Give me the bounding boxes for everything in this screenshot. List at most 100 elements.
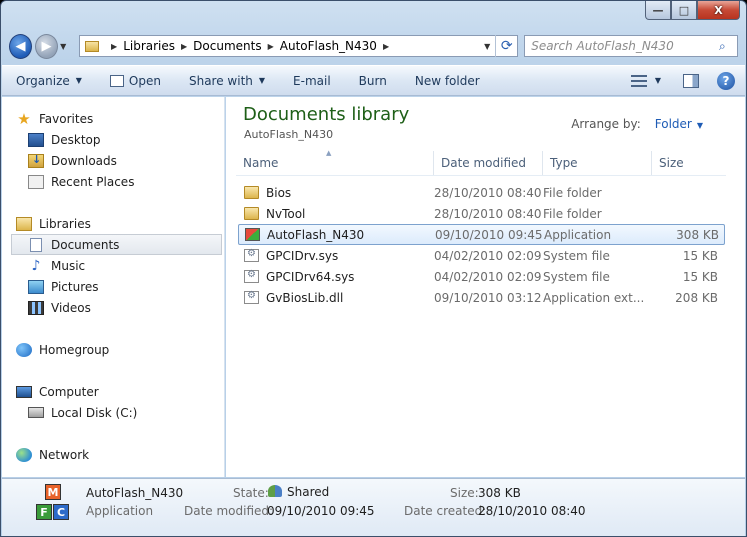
organize-button[interactable]: Organize ▼ <box>2 66 96 95</box>
file-date: 04/02/2010 02:09 <box>434 248 542 263</box>
recent-pages-dropdown[interactable]: ▼ <box>60 42 71 51</box>
film-strip-icon <box>28 300 44 315</box>
folder-icon <box>244 186 259 199</box>
file-list-pane: Documents library AutoFlash_N430 Arrange… <box>226 97 745 477</box>
sidebar-item-homegroup[interactable]: Homegroup <box>2 339 224 360</box>
chevron-right-icon[interactable]: ▶ <box>181 42 187 51</box>
file-name: AutoFlash_N430 <box>267 227 365 242</box>
column-header-label: Size <box>659 156 684 170</box>
sidebar-item-videos[interactable]: Videos <box>2 297 224 318</box>
sidebar-item-label: Recent Places <box>51 174 135 189</box>
chevron-right-icon[interactable]: ▶ <box>268 42 274 51</box>
file-row[interactable]: GPCIDrv64.sys 04/02/2010 02:09 System fi… <box>238 266 725 287</box>
column-header-type[interactable]: Type <box>543 151 652 175</box>
sidebar-item-label: Pictures <box>51 279 99 294</box>
sidebar-item-computer[interactable]: Computer <box>2 381 224 402</box>
preview-pane-icon[interactable] <box>683 73 699 88</box>
state-value-text: Shared <box>287 485 330 499</box>
file-row[interactable]: Bios 28/10/2010 08:40 File folder <box>238 182 725 203</box>
column-header-size[interactable]: Size <box>652 151 726 175</box>
date-modified-label: Date modified: <box>184 504 274 518</box>
sidebar-item-libraries[interactable]: Libraries <box>2 213 224 234</box>
folder-icon <box>85 40 100 52</box>
sidebar-item-desktop[interactable]: Desktop <box>2 129 224 150</box>
close-button[interactable]: X <box>697 1 740 20</box>
new-folder-button[interactable]: New folder <box>401 66 494 95</box>
block-f: F <box>36 504 52 520</box>
sidebar-item-label: Libraries <box>39 216 91 231</box>
breadcrumb-libraries[interactable]: Libraries <box>123 39 175 53</box>
sidebar-item-label: Desktop <box>51 132 101 147</box>
email-button[interactable]: E-mail <box>279 66 345 95</box>
sidebar-item-network[interactable]: Network <box>2 444 224 465</box>
folder-icon <box>244 207 259 220</box>
sidebar-item-local-disk[interactable]: Local Disk (C:) <box>2 402 224 423</box>
burn-button[interactable]: Burn <box>345 66 401 95</box>
library-subtitle: AutoFlash_N430 <box>244 128 334 141</box>
file-date: 28/10/2010 08:40 <box>434 185 542 200</box>
maximize-icon: □ <box>678 3 690 17</box>
library-title: Documents library <box>243 104 410 125</box>
file-type: File folder <box>543 185 602 200</box>
explorer-window: — □ X ◀ ▶ ▼ ▶ Libraries ▶ Documents ▶ Au… <box>0 0 747 537</box>
search-icon[interactable]: ⌕ <box>719 39 737 54</box>
file-name: NvTool <box>266 206 306 221</box>
hard-drive-icon <box>28 407 44 418</box>
file-name: GPCIDrv.sys <box>266 248 339 263</box>
file-size: 208 KB <box>675 290 718 305</box>
breadcrumb-documents[interactable]: Documents <box>193 39 261 53</box>
file-date: 04/02/2010 02:09 <box>434 269 542 284</box>
sidebar-item-documents[interactable]: Documents <box>11 234 222 255</box>
open-button[interactable]: Open <box>96 66 175 95</box>
pictures-icon <box>28 279 44 294</box>
column-header-name[interactable]: ▲ Name <box>236 149 434 175</box>
date-created-label: Date created: <box>404 504 487 518</box>
file-date: 09/10/2010 03:12 <box>434 290 542 305</box>
breadcrumb-autoflash[interactable]: AutoFlash_N430 <box>280 39 377 53</box>
sidebar-item-label: Videos <box>51 300 91 315</box>
file-row-selected[interactable]: AutoFlash_N430 09/10/2010 09:45 Applicat… <box>238 224 725 245</box>
chevron-down-icon[interactable]: ▼ <box>655 76 661 85</box>
minimize-button[interactable]: — <box>645 1 671 20</box>
help-icon[interactable]: ? <box>717 71 735 90</box>
sidebar-item-favorites[interactable]: ★ Favorites <box>2 108 224 129</box>
chevron-down-icon: ▼ <box>75 76 82 85</box>
file-name: GPCIDrv64.sys <box>266 269 355 284</box>
sidebar-item-pictures[interactable]: Pictures <box>2 276 224 297</box>
details-pane: M F C AutoFlash_N430 Application State: … <box>2 478 745 536</box>
details-file-kind: Application <box>86 504 154 518</box>
close-icon: X <box>714 3 723 17</box>
search-box: ⌕ <box>524 35 738 57</box>
navigation-bar: ◀ ▶ ▼ ▶ Libraries ▶ Documents ▶ AutoFlas… <box>9 31 738 61</box>
arrange-by-label: Arrange by: <box>571 117 641 131</box>
chevron-right-icon[interactable]: ▶ <box>111 42 117 51</box>
column-headers: ▲ Name Date modified Type Size <box>236 149 726 176</box>
file-row[interactable]: NvTool 28/10/2010 08:40 File folder <box>238 203 725 224</box>
chevron-down-icon: ▼ <box>696 121 703 130</box>
file-type: Application <box>544 227 612 242</box>
sidebar-item-recent-places[interactable]: Recent Places <box>2 171 224 192</box>
column-header-date[interactable]: Date modified <box>434 151 543 175</box>
forward-button[interactable]: ▶ <box>35 33 59 59</box>
caption-buttons: — □ X <box>645 1 740 20</box>
address-dropdown[interactable]: ▼ <box>479 42 495 51</box>
file-row[interactable]: GvBiosLib.dll 09/10/2010 03:12 Applicati… <box>238 287 725 308</box>
back-button[interactable]: ◀ <box>9 33 33 59</box>
maximize-button[interactable]: □ <box>671 1 697 20</box>
file-date: 28/10/2010 08:40 <box>434 206 542 221</box>
sidebar-item-downloads[interactable]: Downloads <box>2 150 224 171</box>
sidebar-item-music[interactable]: ♪ Music <box>2 255 224 276</box>
refresh-button[interactable]: ⟳ <box>495 35 517 57</box>
chevron-right-icon[interactable]: ▶ <box>383 42 389 51</box>
search-input[interactable] <box>531 39 719 53</box>
view-controls: ▼ ? <box>630 71 745 90</box>
file-type: Application ext... <box>543 290 645 305</box>
address-bar[interactable]: ▶ Libraries ▶ Documents ▶ AutoFlash_N430… <box>79 35 519 57</box>
arrange-by-dropdown[interactable]: Folder ▼ <box>655 117 703 131</box>
file-row[interactable]: GPCIDrv.sys 04/02/2010 02:09 System file… <box>238 245 725 266</box>
share-with-button[interactable]: Share with ▼ <box>175 66 279 95</box>
file-type: File folder <box>543 206 602 221</box>
view-options-icon[interactable] <box>630 74 647 87</box>
